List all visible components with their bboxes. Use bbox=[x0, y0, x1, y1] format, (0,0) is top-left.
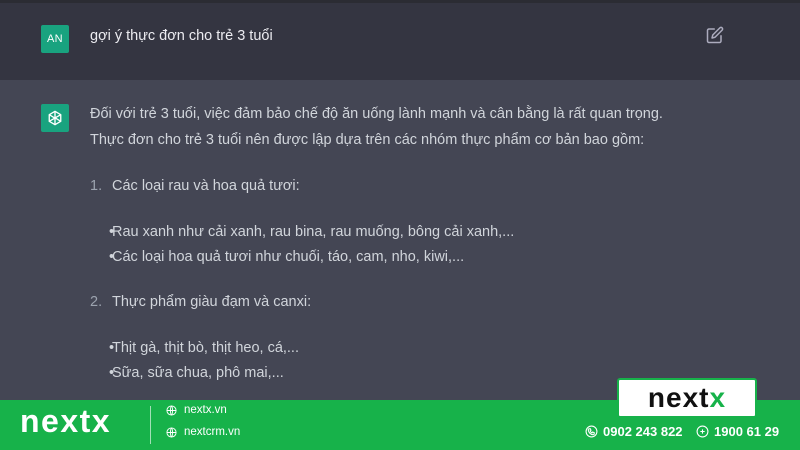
section-1-title: Các loại rau và hoa quả tươi: bbox=[112, 178, 300, 194]
site-link-1[interactable]: nextx.vn bbox=[166, 404, 227, 416]
user-message-row: AN gợi ý thực đơn cho trẻ 3 tuổi bbox=[0, 0, 800, 80]
phone-icon bbox=[585, 425, 598, 438]
list-item: • Rau xanh như cải xanh, rau bina, rau m… bbox=[109, 224, 515, 240]
intro-line-1: Đối với trẻ 3 tuổi, việc đảm bảo chế độ … bbox=[90, 106, 663, 122]
user-avatar: AN bbox=[41, 25, 69, 53]
openai-logo-icon bbox=[48, 110, 62, 126]
edit-icon[interactable] bbox=[706, 26, 724, 44]
phone-1-label: 0902 243 822 bbox=[603, 424, 683, 439]
globe-icon bbox=[166, 404, 177, 416]
footer-brand: nextx bbox=[20, 403, 112, 439]
section-1-bullet-2: Các loại hoa quả tươi như chuối, táo, ca… bbox=[112, 249, 465, 265]
phone-contact[interactable]: 0902 243 822 bbox=[585, 424, 683, 439]
section-2-heading: 2. Thực phẩm giàu đạm và canxi: bbox=[90, 294, 311, 310]
site-link-2[interactable]: nextcrm.vn bbox=[166, 426, 240, 438]
list-item: • Các loại hoa quả tươi như chuối, táo, … bbox=[109, 249, 465, 265]
user-message-text: gợi ý thực đơn cho trẻ 3 tuổi bbox=[90, 28, 273, 44]
section-1-heading: 1. Các loại rau và hoa quả tươi: bbox=[90, 178, 300, 194]
bullet-icon: • bbox=[109, 365, 115, 381]
bullet-icon: • bbox=[109, 249, 115, 265]
section-1-bullet-1: Rau xanh như cải xanh, rau bina, rau muố… bbox=[112, 224, 515, 240]
logo-main: next bbox=[647, 382, 710, 413]
list-item: • Sữa, sữa chua, phô mai,... bbox=[109, 365, 284, 381]
logo-accent: x bbox=[709, 382, 727, 413]
globe-icon bbox=[166, 426, 177, 438]
section-1-number: 1. bbox=[90, 178, 103, 194]
bullet-icon: • bbox=[109, 224, 115, 240]
bullet-icon: • bbox=[109, 340, 115, 356]
top-border bbox=[0, 0, 800, 3]
section-2-bullet-2: Sữa, sữa chua, phô mai,... bbox=[112, 365, 284, 381]
intro-line-2: Thực đơn cho trẻ 3 tuổi nên được lập dựa… bbox=[90, 132, 645, 148]
assistant-message-row: Đối với trẻ 3 tuổi, việc đảm bảo chế độ … bbox=[0, 80, 800, 400]
assistant-avatar bbox=[41, 104, 69, 132]
nextx-logo: next x bbox=[617, 378, 757, 418]
section-2-bullet-1: Thịt gà, thịt bò, thịt heo, cá,... bbox=[112, 340, 299, 356]
hotline-icon bbox=[696, 425, 709, 438]
list-item: • Thịt gà, thịt bò, thịt heo, cá,... bbox=[109, 340, 299, 356]
site-1-label: nextx.vn bbox=[184, 404, 227, 416]
section-2-title: Thực phẩm giàu đạm và canxi: bbox=[112, 294, 312, 310]
section-2-number: 2. bbox=[90, 294, 103, 310]
site-2-label: nextcrm.vn bbox=[184, 426, 241, 438]
phone-2-label: 1900 61 29 bbox=[714, 424, 780, 439]
hotline-contact[interactable]: 1900 61 29 bbox=[696, 424, 779, 439]
footer-divider bbox=[150, 406, 151, 444]
